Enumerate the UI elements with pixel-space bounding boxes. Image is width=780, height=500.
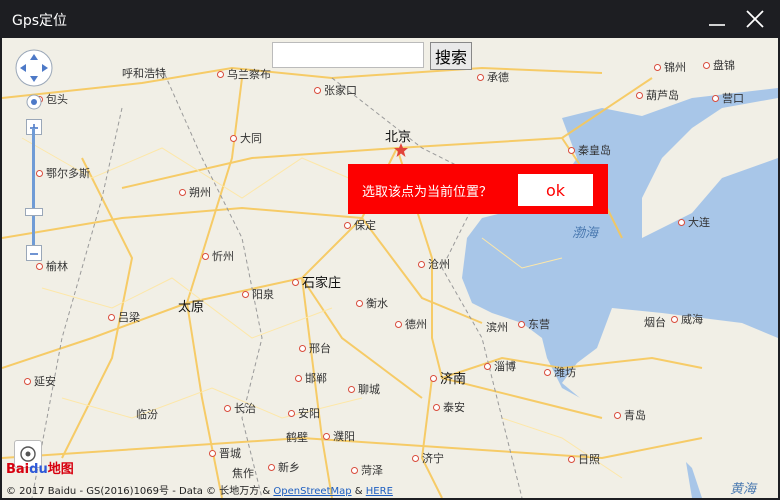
- here-link[interactable]: HERE: [366, 486, 393, 497]
- sea-label: 黄海: [730, 482, 757, 497]
- search-input[interactable]: [272, 42, 424, 68]
- city-label: 秦皇岛: [568, 142, 611, 158]
- zoom-control: [23, 94, 45, 266]
- city-label: 石家庄: [292, 272, 341, 291]
- city-label: 承德: [477, 69, 509, 85]
- city-label: 晋城: [209, 445, 241, 461]
- title-bar: Gps定位: [0, 0, 780, 38]
- city-label: 济南: [430, 368, 466, 387]
- pan-control[interactable]: [14, 48, 54, 88]
- city-label: 保定: [344, 217, 376, 233]
- city-label: 日照: [568, 451, 600, 467]
- baidu-logo: Baidu地图: [6, 462, 74, 477]
- zoom-out-button[interactable]: [26, 245, 42, 261]
- city-label: 沧州: [418, 256, 450, 272]
- city-label: 盘锦: [703, 57, 735, 73]
- ok-button[interactable]: ok: [518, 174, 593, 206]
- city-label: 乌兰察布: [217, 66, 271, 82]
- confirm-location-dialog: 选取该点为当前位置？ ok: [348, 164, 608, 214]
- zoom-slider-handle[interactable]: [25, 208, 43, 216]
- city-label: 新乡: [268, 459, 300, 475]
- city-label: 滨州: [486, 321, 508, 334]
- copyright-text: © 2017 Baidu - GS(2016)1069号 - Data © 长地…: [6, 486, 393, 497]
- city-label: 东营: [518, 316, 550, 332]
- search-button[interactable]: 搜索: [430, 42, 472, 70]
- city-label: 青岛: [614, 407, 646, 423]
- close-icon: [746, 10, 764, 28]
- city-label: 阳泉: [242, 286, 274, 302]
- city-label: 忻州: [202, 248, 234, 264]
- minimize-button[interactable]: [704, 6, 730, 32]
- city-label: 葫芦岛: [636, 87, 679, 103]
- city-label: 邢台: [299, 340, 331, 356]
- zoom-track[interactable]: [32, 128, 35, 246]
- city-label: 潍坊: [544, 364, 576, 380]
- map-canvas[interactable]: 搜索 呼和浩特 乌兰察布 张家口 承德 锦州 盘锦 葫芦岛 营口 包头 北京 大…: [2, 38, 778, 498]
- locate-dot-icon[interactable]: [23, 94, 45, 110]
- city-label: 济宁: [412, 450, 444, 466]
- window-title: Gps定位: [12, 13, 68, 29]
- city-label: 营口: [712, 90, 744, 106]
- city-label: 烟台: [644, 316, 666, 329]
- city-label: 朔州: [179, 184, 211, 200]
- city-label: 邯郸: [295, 370, 327, 386]
- city-label: 鹤壁: [286, 431, 308, 444]
- dialog-message: 选取该点为当前位置？: [362, 185, 493, 200]
- city-label: 呼和浩特: [122, 67, 166, 80]
- city-label: 德州: [395, 316, 427, 332]
- map-base-layer: [2, 66, 778, 498]
- city-label: 吕梁: [108, 309, 140, 325]
- minus-icon: [30, 253, 38, 255]
- app-window: Gps定位 搜索 呼和浩特 乌兰察布 张家口 承德 锦州 盘锦 葫芦岛 营口 包…: [0, 0, 780, 500]
- city-label: 菏泽: [351, 462, 383, 478]
- close-button[interactable]: [742, 6, 768, 32]
- city-label: 临汾: [136, 408, 158, 421]
- city-label: 太原: [178, 300, 205, 315]
- city-label: 安阳: [288, 405, 320, 421]
- city-label: 衡水: [356, 295, 388, 311]
- city-label: 张家口: [314, 82, 357, 98]
- city-label: 大同: [230, 130, 262, 146]
- city-label: 泰安: [433, 399, 465, 415]
- city-label: 大连: [678, 214, 710, 230]
- city-label: 长治: [224, 400, 256, 416]
- minimize-icon: [709, 24, 725, 26]
- city-label: 延安: [24, 373, 56, 389]
- openstreetmap-link[interactable]: OpenStreetMap: [273, 486, 351, 497]
- sea-label: 渤海: [572, 226, 599, 241]
- city-label: 淄博: [484, 358, 516, 374]
- city-label: 锦州: [654, 59, 686, 75]
- city-label: 焦作: [232, 467, 254, 480]
- city-label: 聊城: [348, 381, 380, 397]
- city-label: 威海: [671, 311, 703, 327]
- capital-star-icon: [394, 143, 408, 157]
- city-label: 濮阳: [323, 428, 355, 444]
